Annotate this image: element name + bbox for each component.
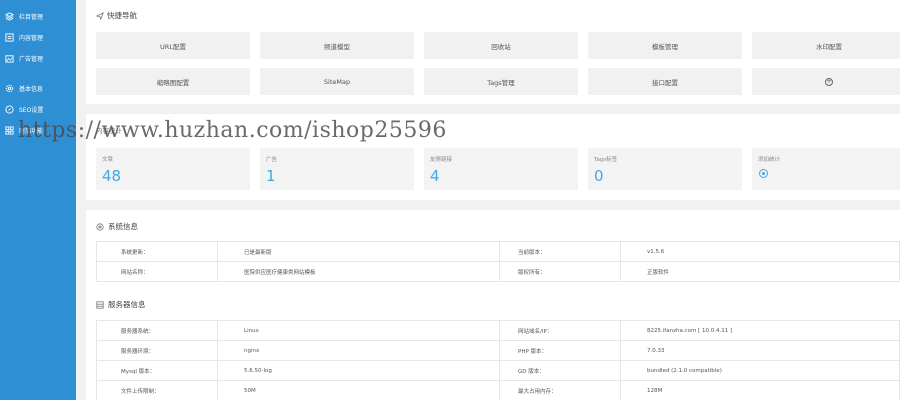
info-panel: 系统信息 系统更新： 已是最新版 当前版本： v1.5.6 网站名称： 医院供应…	[86, 210, 900, 400]
info-value: 128M	[620, 380, 900, 400]
document-icon	[5, 33, 14, 42]
stats-title-text: 内容统计	[96, 127, 122, 135]
stats-panel: 内容统计 文章 48 广告 1 友情链接 4 Tags标签 0 添加统计	[86, 114, 900, 200]
quick-nav-tags-manage[interactable]: Tags管理	[424, 68, 578, 95]
stat-label: 文章	[102, 157, 114, 163]
info-key: PHP 版本：	[499, 340, 621, 361]
quick-nav-grid: URL配置 频道模型 回收站 模板管理 水印配置 缩略图配置 SiteMap T…	[96, 32, 900, 95]
system-info-title: 系统信息	[96, 221, 138, 232]
compass-icon	[5, 105, 14, 114]
stats-title: 内容统计	[96, 125, 122, 135]
stat-label: Tags标签	[594, 157, 618, 163]
quick-nav-template-manage[interactable]: 模板管理	[588, 32, 742, 59]
info-key: GD 版本：	[499, 360, 621, 381]
system-info-title-text: 系统信息	[108, 222, 138, 231]
sidebar-item-ads[interactable]: 广告管理	[0, 48, 76, 69]
quick-nav-channel-model[interactable]: 频道模型	[260, 32, 414, 59]
sidebar-item-content[interactable]: 内容管理	[0, 27, 76, 48]
sidebar-item-label: SEO设置	[19, 107, 44, 114]
info-value: 医院供应医疗健康类网站模板	[217, 261, 500, 282]
add-circle-icon	[759, 169, 768, 178]
info-key: Mysql 版本：	[96, 360, 218, 381]
info-key: 系统更新：	[96, 241, 218, 262]
sidebar-item-basic-info[interactable]: 基本信息	[0, 78, 76, 99]
quick-nav-recycle-bin[interactable]: 回收站	[424, 32, 578, 59]
server-icon	[96, 300, 104, 309]
sidebar-item-label: 广告管理	[19, 56, 44, 63]
sidebar-item-addons[interactable]: 附加功能	[0, 120, 76, 141]
info-key: 服务器系统：	[96, 320, 218, 341]
quick-nav-api-config[interactable]: 接口配置	[588, 68, 742, 95]
sidebar-item-seo[interactable]: SEO设置	[0, 99, 76, 120]
quick-nav-watermark-config[interactable]: 水印配置	[752, 32, 900, 59]
sidebar-item-label: 基本信息	[19, 86, 44, 93]
stat-card-tags[interactable]: Tags标签 0	[588, 148, 742, 190]
sidebar: 栏目管理 内容管理 广告管理 基本信息 SEO设置 附加功能	[0, 0, 76, 400]
grid-icon	[5, 126, 14, 135]
info-key: 文件上传限制：	[96, 380, 218, 400]
gear-icon	[5, 84, 14, 93]
table-row: Mysql 版本： 5.6.50-log GD 版本： bundled (2.1…	[96, 360, 900, 381]
sidebar-item-label: 内容管理	[19, 35, 44, 42]
layers-icon	[5, 12, 14, 21]
info-key: 最大占用内存：	[499, 380, 621, 400]
info-value: 8225.ifanzha.com [ 10.0.4.11 ]	[620, 320, 900, 341]
table-row: 服务器系统： Linux 网站域名/IP： 8225.ifanzha.com […	[96, 320, 900, 341]
info-value: 正版软件	[620, 261, 900, 282]
sidebar-item-label: 栏目管理	[19, 14, 44, 21]
stat-label: 广告	[266, 157, 278, 163]
table-row: 服务器环境： nginx PHP 版本： 7.0.33	[96, 340, 900, 361]
stat-card-articles[interactable]: 文章 48	[96, 148, 250, 190]
info-value: 7.0.33	[620, 340, 900, 361]
main-content: 快捷导航 URL配置 频道模型 回收站 模板管理 水印配置 缩略图配置 Site…	[86, 0, 900, 400]
server-info-title: 服务器信息	[96, 299, 146, 310]
stat-add-label: 添加统计	[758, 157, 781, 163]
info-value: 50M	[217, 380, 500, 400]
table-row: 文件上传限制： 50M 最大占用内存： 128M	[96, 380, 900, 400]
stat-card-ads[interactable]: 广告 1	[260, 148, 414, 190]
info-key: 服务器环境：	[96, 340, 218, 361]
info-value: bundled (2.1.0 compatible)	[620, 360, 900, 381]
quick-nav-url-config[interactable]: URL配置	[96, 32, 250, 59]
stat-label: 友情链接	[430, 157, 453, 163]
info-value: Linux	[217, 320, 500, 341]
stat-value: 0	[594, 167, 604, 185]
info-value: nginx	[217, 340, 500, 361]
stat-card-add[interactable]: 添加统计	[752, 148, 900, 190]
quick-nav-add-button[interactable]: +	[752, 68, 900, 95]
server-info-title-text: 服务器信息	[108, 300, 146, 309]
quick-nav-title-text: 快捷导航	[107, 11, 137, 20]
stat-card-links[interactable]: 友情链接 4	[424, 148, 578, 190]
stat-value: 1	[266, 167, 276, 185]
info-key: 当前版本：	[499, 241, 621, 262]
info-value: v1.5.6	[620, 241, 900, 262]
image-icon	[5, 54, 14, 63]
quick-nav-panel: 快捷导航 URL配置 频道模型 回收站 模板管理 水印配置 缩略图配置 Site…	[86, 0, 900, 104]
send-icon	[96, 11, 104, 20]
table-row: 网站名称： 医院供应医疗健康类网站模板 版权所有： 正版软件	[96, 261, 900, 282]
quick-nav-title: 快捷导航	[96, 10, 137, 21]
info-key: 网站名称：	[96, 261, 218, 282]
info-value: 5.6.50-log	[217, 360, 500, 381]
info-key: 版权所有：	[499, 261, 621, 282]
add-circle-icon: +	[825, 77, 833, 86]
stat-value: 48	[102, 167, 122, 185]
info-key: 网站域名/IP：	[499, 320, 621, 341]
sidebar-item-column[interactable]: 栏目管理	[0, 6, 76, 27]
target-icon	[96, 222, 104, 231]
info-value: 已是最新版	[217, 241, 500, 262]
stat-value: 4	[430, 167, 440, 185]
quick-nav-sitemap[interactable]: SiteMap	[260, 68, 414, 95]
sidebar-item-label: 附加功能	[19, 128, 44, 135]
system-info-table: 系统更新： 已是最新版 当前版本： v1.5.6 网站名称： 医院供应医疗健康类…	[96, 241, 900, 282]
table-row: 系统更新： 已是最新版 当前版本： v1.5.6	[96, 241, 900, 262]
stats-grid: 文章 48 广告 1 友情链接 4 Tags标签 0 添加统计	[96, 148, 900, 190]
quick-nav-thumbnail-config[interactable]: 缩略图配置	[96, 68, 250, 95]
server-info-table: 服务器系统： Linux 网站域名/IP： 8225.ifanzha.com […	[96, 320, 900, 400]
